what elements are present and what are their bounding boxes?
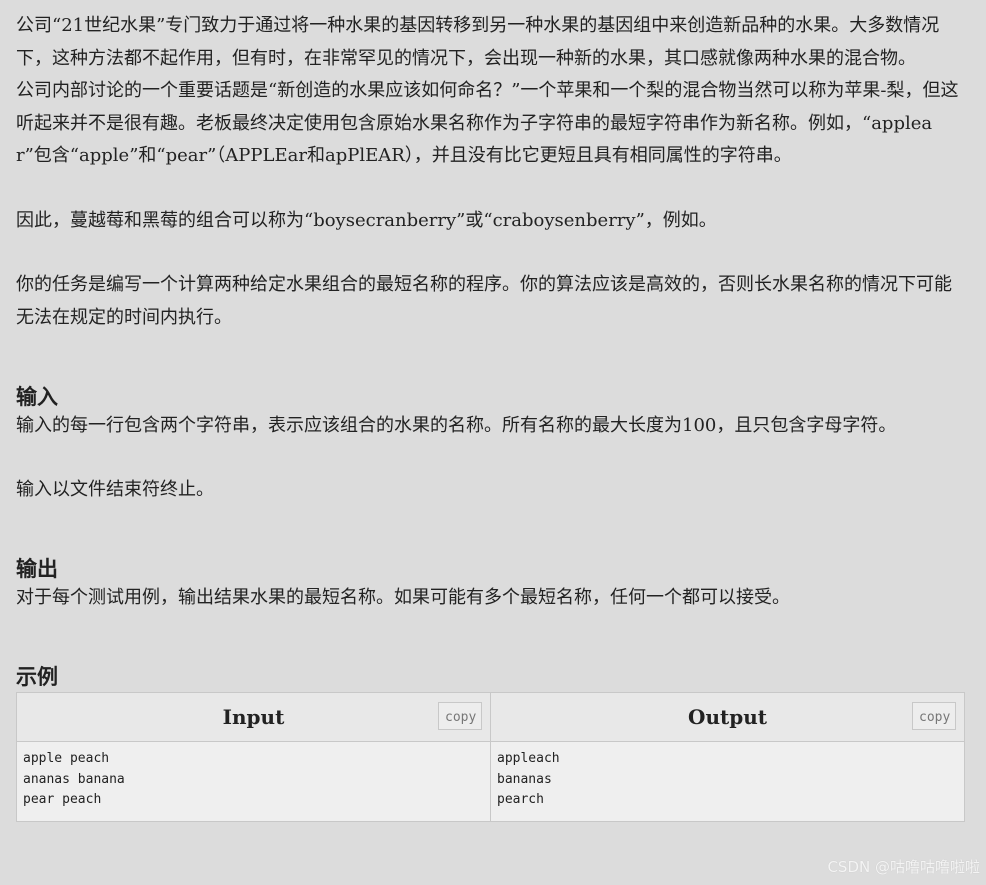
sample-output-header: Output copy [490,692,965,742]
input-section-line-2: 输入以文件结束符终止。 [16,479,214,500]
examples-title: 示例 [16,664,58,689]
copy-output-button[interactable]: copy [912,702,956,730]
sample-input-block: apple peach ananas banana pear peach [16,741,491,822]
sample-output-block: appleach bananas pearch [490,741,965,822]
sample-input-header-label: Input [222,705,285,729]
input-section-line-1: 输入的每一行包含两个字符串，表示应该组合的水果的名称。所有名称的最大长度为100… [16,415,897,436]
sample-table: Input copy Output copy apple peach anana… [16,692,965,822]
sample-table-body: apple peach ananas banana pear peach app… [16,741,965,822]
section-text-gap [16,442,966,474]
sample-output-header-label: Output [688,705,767,729]
input-section-title: 输入 [16,384,58,409]
problem-content: 公司“21世纪水果”专门致力于通过将一种水果的基因转移到另一种水果的基因组中来创… [16,10,966,822]
copy-input-button[interactable]: copy [438,702,482,730]
description-paragraph-1: 公司“21世纪水果”专门致力于通过将一种水果的基因转移到另一种水果的基因组中来创… [16,15,940,69]
sample-table-header-row: Input copy Output copy [16,692,965,742]
sample-input-header: Input copy [16,692,491,742]
sample-table-header: Input copy Output copy [16,692,965,742]
csdn-watermark: CSDN @咕噜咕噜啦啦 [827,858,980,876]
description-paragraph-2: 公司内部讨论的一个重要话题是“新创造的水果应该如何命名？”一个苹果和一个梨的混合… [16,80,959,166]
examples-section: Input copy Output copy apple peach anana… [16,692,966,822]
description-paragraph-3: 因此，蔓越莓和黑莓的组合可以称为“boysecranberry”或“craboy… [16,209,717,231]
sample-table-row: apple peach ananas banana pear peach app… [16,741,965,822]
description-paragraph-4: 你的任务是编写一个计算两种给定水果组合的最短名称的程序。你的算法应该是高效的，否… [16,274,952,328]
output-section-line-1: 对于每个测试用例，输出结果水果的最短名称。如果可能有多个最短名称，任何一个都可以… [16,587,790,608]
output-section-title: 输出 [16,556,58,581]
